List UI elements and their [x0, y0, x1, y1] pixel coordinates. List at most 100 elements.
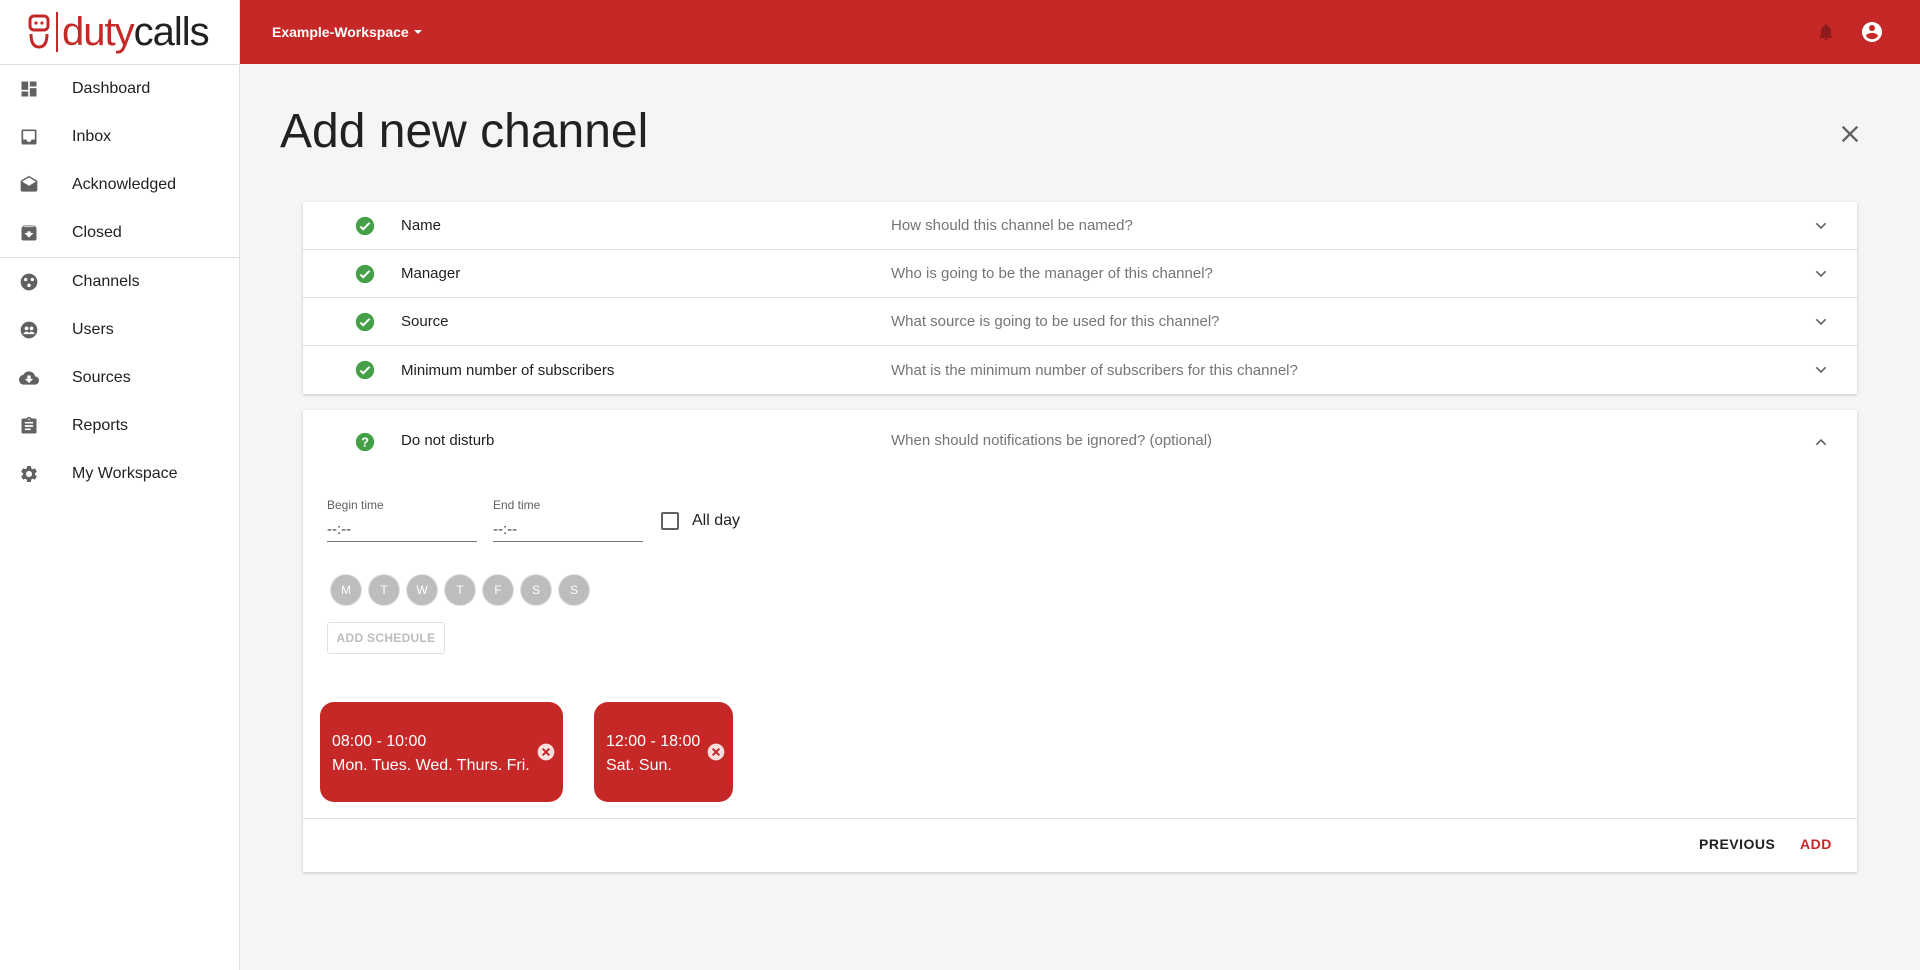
step-description: What source is going to be used for this…: [891, 313, 1220, 330]
step-source[interactable]: Source What source is going to be used f…: [303, 298, 1857, 346]
sidebar-item-closed[interactable]: Closed: [0, 209, 239, 257]
help-circle-icon: ?: [355, 432, 375, 452]
chevron-down-icon: [1815, 222, 1827, 230]
sidebar-item-acknowledged[interactable]: Acknowledged: [0, 161, 239, 209]
day-toggle-friday[interactable]: F: [482, 574, 514, 606]
schedule-time: 08:00 - 10:00: [332, 733, 427, 750]
sidebar-item-label: Reports: [72, 417, 129, 434]
chevron-down-icon: [1815, 270, 1827, 278]
bell-icon[interactable]: [1816, 22, 1836, 42]
step-actions: PREVIOUS ADD: [303, 818, 1857, 872]
day-toggle-wednesday[interactable]: W: [406, 574, 438, 606]
step-do-not-disturb: ? Do not disturb When should notificatio…: [303, 410, 1857, 872]
day-toggle-monday[interactable]: M: [330, 574, 362, 606]
end-time-field: End time: [493, 498, 643, 542]
completed-steps: Name How should this channel be named? M…: [303, 202, 1857, 394]
account-circle-icon[interactable]: [1860, 20, 1884, 44]
begin-time-label: Begin time: [327, 498, 384, 512]
cloud-download-icon: [18, 367, 40, 389]
end-time-label: End time: [493, 498, 541, 512]
add-schedule-button[interactable]: ADD SCHEDULE: [327, 622, 445, 654]
previous-button[interactable]: PREVIOUS: [1699, 836, 1775, 852]
sidebar-item-label: Channels: [72, 273, 140, 290]
app-header: Example-Workspace: [240, 0, 1920, 64]
sidebar-item-users[interactable]: Users: [0, 306, 239, 354]
chevron-down-icon: [1815, 318, 1827, 326]
sidebar: dutycalls Dashboard Inbox Acknowledged C…: [0, 0, 240, 970]
page-title: Add new channel: [280, 105, 649, 158]
sidebar-item-label: Users: [72, 321, 114, 338]
gear-icon: [18, 463, 40, 485]
remove-schedule-icon[interactable]: [706, 742, 726, 762]
schedule-time: 12:00 - 18:00: [606, 733, 701, 750]
sidebar-item-label: Inbox: [72, 128, 112, 145]
dashboard-icon: [18, 78, 40, 100]
sidebar-item-label: Sources: [72, 369, 131, 386]
check-circle-icon: [355, 216, 375, 236]
sidebar-item-channels[interactable]: Channels: [0, 258, 239, 306]
all-day-label: All day: [692, 512, 741, 529]
begin-time-field: Begin time: [327, 498, 477, 542]
workspace-selector[interactable]: Example-Workspace: [272, 24, 422, 40]
brand-name: dutycalls: [62, 10, 210, 54]
add-button[interactable]: ADD: [1800, 836, 1832, 852]
day-toggle-sunday[interactable]: S: [558, 574, 590, 606]
checkbox-box[interactable]: [661, 512, 679, 530]
schedule-days: Sat. Sun.: [606, 757, 672, 774]
step-title: Manager: [401, 265, 461, 282]
step-manager[interactable]: Manager Who is going to be the manager o…: [303, 250, 1857, 298]
sidebar-item-label: My Workspace: [72, 465, 178, 482]
close-icon[interactable]: [1836, 120, 1864, 148]
day-toggle-tuesday[interactable]: T: [368, 574, 400, 606]
sidebar-item-my-workspace[interactable]: My Workspace: [0, 450, 239, 498]
remove-schedule-icon[interactable]: [536, 742, 556, 762]
nav-group-admin: Channels Users Sources Reports My Worksp…: [0, 258, 239, 498]
svg-text:?: ?: [361, 435, 369, 450]
logo-divider: [56, 12, 58, 52]
header-actions: [1816, 20, 1884, 44]
step-name[interactable]: Name How should this channel be named?: [303, 202, 1857, 250]
schedule-days: Mon. Tues. Wed. Thurs. Fri.: [332, 757, 530, 774]
chevron-up-icon: [1815, 438, 1827, 446]
sidebar-item-label: Acknowledged: [72, 176, 177, 193]
step-title: Minimum number of subscribers: [401, 361, 615, 379]
check-circle-icon: [355, 312, 375, 332]
step-description: What is the minimum number of subscriber…: [891, 361, 1298, 379]
users-icon: [18, 319, 40, 341]
all-day-checkbox[interactable]: All day: [661, 512, 740, 530]
step-title: Do not disturb: [401, 432, 495, 449]
sidebar-item-dashboard[interactable]: Dashboard: [0, 65, 239, 113]
begin-time-input[interactable]: [327, 518, 477, 542]
schedule-chip: 08:00 - 10:00 Mon. Tues. Wed. Thurs. Fri…: [320, 702, 563, 802]
check-circle-icon: [355, 264, 375, 284]
logo-mascot-icon: [28, 14, 50, 49]
check-circle-icon: [355, 360, 375, 380]
schedule-chip: 12:00 - 18:00 Sat. Sun.: [594, 702, 733, 802]
drafts-icon: [18, 174, 40, 196]
day-toggle-saturday[interactable]: S: [520, 574, 552, 606]
workspace-name: Example-Workspace: [272, 24, 409, 40]
step-title: Name: [401, 217, 442, 234]
step-min-subscribers[interactable]: Minimum number of subscribers What is th…: [303, 346, 1857, 394]
weekday-selector: M T W T F S S: [330, 574, 590, 606]
step-header[interactable]: ? Do not disturb When should notificatio…: [303, 410, 1857, 472]
step-description: When should notifications be ignored? (o…: [891, 432, 1213, 449]
end-time-input[interactable]: [493, 518, 643, 542]
sidebar-item-label: Dashboard: [72, 80, 151, 97]
nav-group-inbox: Dashboard Inbox Acknowledged Closed: [0, 65, 239, 258]
day-toggle-thursday[interactable]: T: [444, 574, 476, 606]
step-description: How should this channel be named?: [891, 217, 1133, 234]
sidebar-item-reports[interactable]: Reports: [0, 402, 239, 450]
caret-down-icon: [413, 30, 422, 34]
archive-icon: [18, 222, 40, 244]
channels-icon: [18, 271, 40, 293]
sidebar-item-inbox[interactable]: Inbox: [0, 113, 239, 161]
step-description: Who is going to be the manager of this c…: [891, 265, 1213, 282]
sidebar-item-label: Closed: [72, 224, 122, 241]
clipboard-icon: [18, 415, 40, 437]
logo[interactable]: dutycalls: [0, 0, 239, 65]
sidebar-item-sources[interactable]: Sources: [0, 354, 239, 402]
inbox-icon: [18, 126, 40, 148]
chevron-down-icon: [1815, 366, 1827, 374]
step-title: Source: [401, 313, 449, 330]
